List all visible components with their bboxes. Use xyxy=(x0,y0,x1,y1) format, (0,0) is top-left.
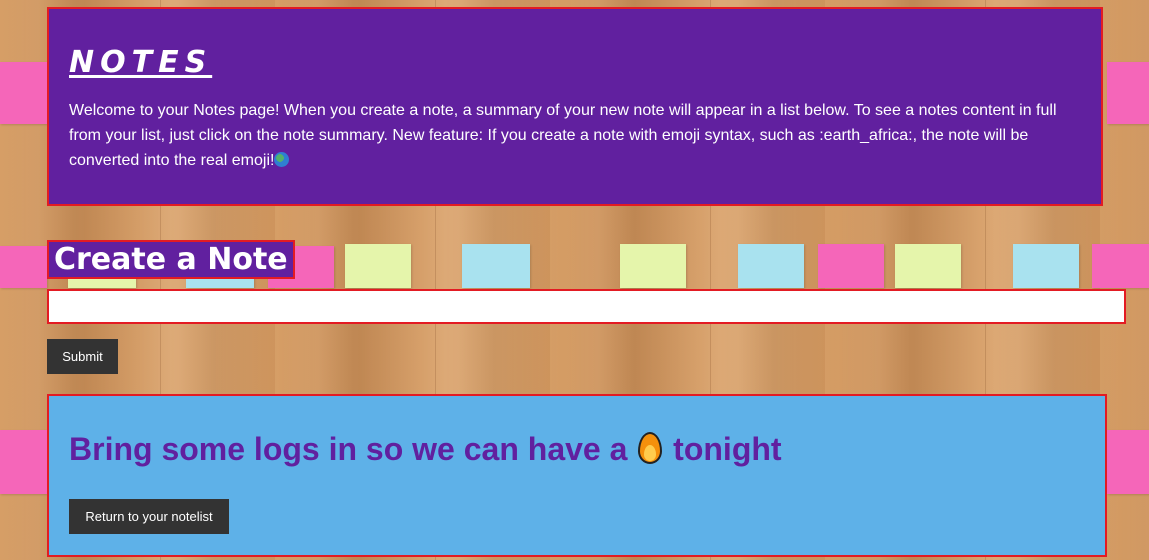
sticky-note xyxy=(0,246,47,288)
sticky-note xyxy=(1013,244,1079,288)
sticky-note xyxy=(0,430,47,494)
note-detail-panel: Bring some logs in so we can have a toni… xyxy=(47,394,1107,557)
notes-header-panel: NOTES Welcome to your Notes page! When y… xyxy=(47,7,1103,206)
fire-icon xyxy=(636,430,664,466)
welcome-paragraph: Welcome to your Notes page! When you cre… xyxy=(69,98,1079,173)
sticky-note xyxy=(462,244,530,288)
sticky-note xyxy=(1107,62,1149,124)
sticky-note xyxy=(818,244,884,288)
note-input[interactable] xyxy=(47,289,1126,324)
page-title: NOTES xyxy=(69,45,213,80)
sticky-note xyxy=(895,244,961,288)
return-to-notelist-button[interactable]: Return to your notelist xyxy=(69,499,229,534)
note-content: Bring some logs in so we can have a toni… xyxy=(69,430,782,468)
submit-button[interactable]: Submit xyxy=(47,339,118,374)
welcome-text: Welcome to your Notes page! When you cre… xyxy=(69,102,1057,169)
earth-africa-icon xyxy=(274,152,290,167)
sticky-note xyxy=(1107,430,1149,494)
note-text-before: Bring some logs in so we can have a xyxy=(69,431,628,467)
sticky-note xyxy=(738,244,804,288)
create-note-heading: Create a Note xyxy=(47,240,295,279)
note-text-after: tonight xyxy=(673,431,782,467)
sticky-note xyxy=(0,62,47,124)
fire-icon-inner xyxy=(644,445,657,461)
sticky-note xyxy=(1092,244,1149,288)
sticky-note xyxy=(620,244,686,288)
sticky-note xyxy=(345,244,411,288)
